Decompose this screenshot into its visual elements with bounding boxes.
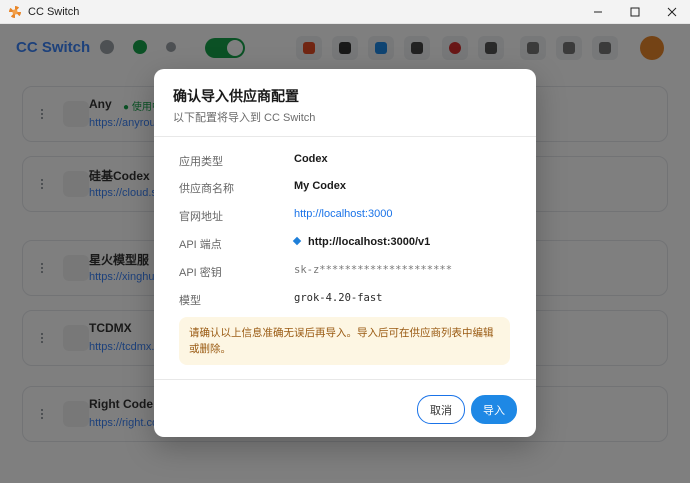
field-label: API 密钥 [179, 267, 222, 279]
window-titlebar: CC Switch [0, 0, 690, 24]
field-website: 官网地址 http://localhost:3000 [179, 206, 519, 224]
field-label: 应用类型 [179, 156, 223, 168]
field-label: API 端点 [179, 239, 222, 251]
field-value: http://localhost:3000/v1 [308, 236, 431, 248]
app-logo-icon [9, 5, 21, 18]
field-value: grok-4.20-fast [294, 292, 383, 304]
dialog-title: 确认导入供应商配置 [173, 88, 299, 104]
field-value: My Codex [294, 180, 346, 192]
minimize-icon[interactable] [579, 0, 616, 24]
cancel-button[interactable]: 取消 [417, 395, 465, 424]
window-title: CC Switch [28, 5, 80, 18]
endpoint-diamond-icon [292, 236, 302, 246]
field-api-endpoint: API 端点 http://localhost:3000/v1 [179, 234, 519, 252]
field-provider-name: 供应商名称 My Codex [179, 178, 519, 196]
warning-notice: 请确认以上信息准确无误后再导入。导入后可在供应商列表中编辑或删除。 [179, 317, 510, 365]
field-api-key: API 密钥 sk-z********************* [179, 262, 519, 280]
dialog-subtitle: 以下配置将导入到 CC Switch [173, 112, 316, 124]
import-confirm-dialog: 确认导入供应商配置 以下配置将导入到 CC Switch 应用类型 Codex … [154, 69, 536, 437]
close-icon[interactable] [653, 0, 690, 24]
website-link[interactable]: http://localhost:3000 [294, 208, 392, 220]
field-value-wrap: http://localhost:3000/v1 [292, 236, 431, 248]
field-app-type: 应用类型 Codex [179, 151, 519, 169]
field-label: 模型 [179, 295, 201, 307]
field-value: Codex [294, 153, 328, 165]
field-model: 模型 grok-4.20-fast [179, 290, 519, 308]
dialog-footer: 取消 导入 [154, 379, 536, 437]
import-button[interactable]: 导入 [471, 395, 517, 424]
window-controls [579, 0, 690, 24]
field-label: 供应商名称 [179, 183, 234, 195]
field-label: 官网地址 [179, 211, 223, 223]
maximize-icon[interactable] [616, 0, 653, 24]
dialog-header: 确认导入供应商配置 以下配置将导入到 CC Switch [154, 69, 536, 137]
field-value: sk-z********************* [294, 264, 453, 276]
